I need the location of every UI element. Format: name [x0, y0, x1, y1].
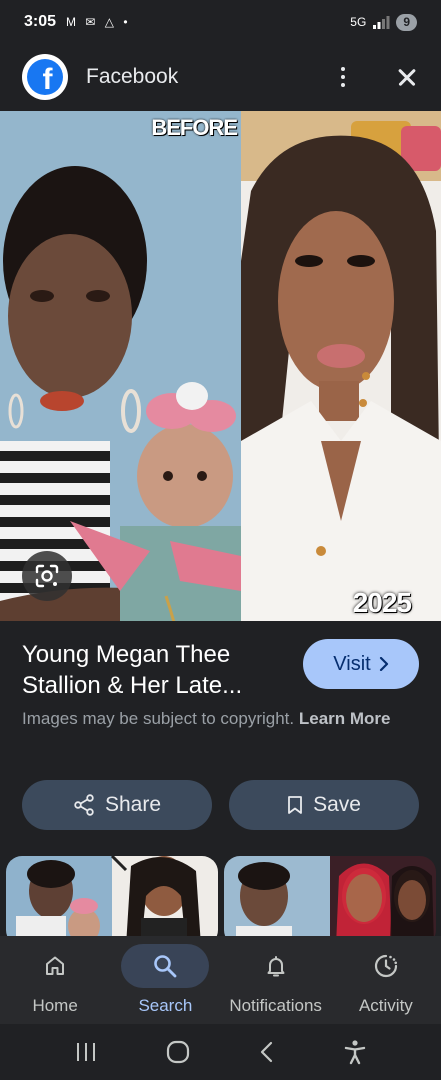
after-photo: 2025	[241, 111, 441, 621]
status-right: 5G 9	[350, 13, 417, 31]
save-label: Save	[313, 793, 361, 816]
nav-home[interactable]: Home	[0, 936, 110, 1024]
result-title[interactable]: Young Megan Thee Stallion & Her Late...	[22, 639, 292, 701]
nav-activity[interactable]: Activity	[331, 936, 441, 1024]
activity-icon-wrap	[342, 944, 430, 988]
close-icon[interactable]	[395, 65, 419, 89]
home-icon-wrap	[11, 944, 99, 988]
share-icon	[74, 794, 94, 816]
home-icon	[46, 956, 65, 975]
search-icon	[154, 955, 177, 978]
related-thumbnail[interactable]	[6, 856, 218, 936]
lens-icon	[35, 564, 59, 588]
search-icon-wrap	[121, 944, 210, 988]
nav-home-label: Home	[32, 996, 78, 1015]
chevron-right-icon	[379, 657, 388, 671]
status-bar: 3:05 M ✉ △ • 5G 9	[0, 0, 441, 44]
nav-search[interactable]: Search	[110, 936, 220, 1024]
lens-search-button[interactable]	[22, 551, 72, 601]
status-time: 3:05	[24, 13, 57, 30]
year-label: 2025	[352, 587, 412, 618]
related-thumbnail-image	[224, 856, 436, 936]
network-label: 5G	[350, 15, 367, 29]
before-photo: BEFORE	[0, 111, 241, 621]
app-header: f Facebook	[0, 44, 441, 110]
more-options-icon[interactable]	[331, 65, 355, 89]
signal-icon	[373, 16, 390, 29]
home-button-icon[interactable]	[165, 1039, 191, 1065]
nav-notifications-label: Notifications	[229, 996, 322, 1015]
nav-search-label: Search	[138, 996, 193, 1015]
before-label: BEFORE	[151, 115, 238, 140]
accessibility-icon[interactable]	[343, 1039, 367, 1065]
copyright-text: Images may be subject to copyright.	[22, 709, 295, 728]
recent-apps-icon[interactable]	[74, 1041, 98, 1063]
share-label: Share	[104, 793, 162, 816]
share-button[interactable]: Share	[22, 780, 212, 830]
nav-notifications[interactable]: Notifications	[221, 936, 331, 1024]
header-title: Facebook	[86, 65, 179, 88]
bookmark-icon	[288, 796, 302, 814]
facebook-logo-icon: f	[22, 54, 68, 100]
bell-icon	[267, 956, 285, 977]
copyright-notice: Images may be subject to copyright. Lear…	[22, 706, 422, 732]
system-navigation-bar	[0, 1024, 441, 1080]
hero-image[interactable]: BEFORE 2025	[0, 111, 441, 621]
action-row: Share Save	[22, 780, 419, 830]
visit-label: Visit	[333, 652, 371, 675]
after-photo-illustration	[241, 111, 441, 621]
related-results	[0, 856, 441, 936]
result-info: Young Megan Thee Stallion & Her Late... …	[0, 621, 441, 771]
battery-indicator: 9	[396, 13, 417, 31]
related-thumbnail[interactable]	[224, 856, 436, 936]
back-icon[interactable]	[258, 1040, 276, 1064]
bottom-navigation: Home Search Notifications Activity	[0, 936, 441, 1024]
activity-icon	[374, 954, 397, 978]
visit-button[interactable]: Visit	[303, 639, 419, 689]
bell-icon-wrap	[232, 944, 320, 988]
notification-icons: M ✉ △ •	[66, 15, 131, 29]
related-thumbnail-image	[6, 856, 218, 936]
before-photo-illustration	[0, 111, 241, 621]
save-button[interactable]: Save	[229, 780, 419, 830]
nav-activity-label: Activity	[358, 996, 413, 1015]
learn-more-link[interactable]: Learn More	[299, 709, 391, 728]
